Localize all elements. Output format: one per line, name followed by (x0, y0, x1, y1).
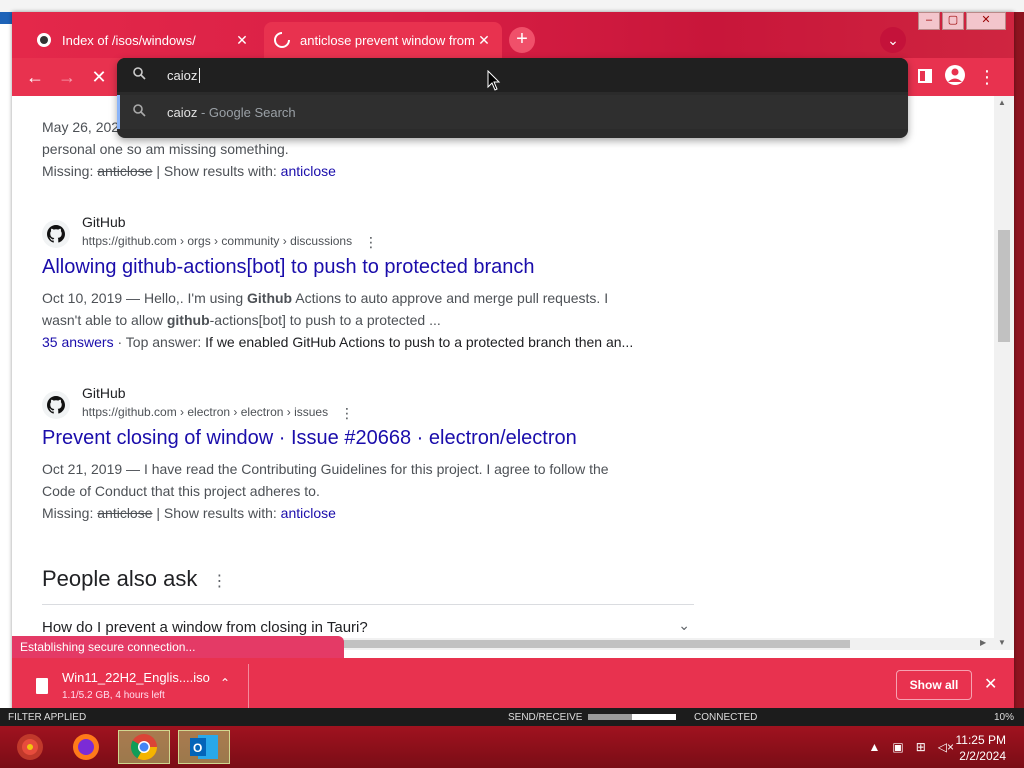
side-panel-icon[interactable] (912, 64, 938, 90)
result-title-link[interactable]: Prevent closing of window · Issue #20668… (42, 427, 577, 450)
file-icon (36, 678, 48, 694)
search-results-page: May 26, 2020 personal one so am missing … (12, 96, 994, 650)
network-icon[interactable]: ⊞ (916, 740, 926, 754)
scroll-up-icon[interactable]: ▲ (998, 98, 1006, 107)
omnibox-dropdown: caioz caioz - Google Search (117, 58, 908, 138)
result-snippet: Oct 21, 2019 — I have read the Contribut… (42, 461, 609, 521)
more-options-icon[interactable]: ⋮ (364, 234, 378, 251)
scroll-down-icon[interactable]: ▼ (998, 638, 1006, 647)
profile-avatar-icon[interactable] (942, 64, 968, 90)
tab-label: anticlose prevent window from b (300, 32, 476, 48)
tab-close-icon[interactable]: ✕ (476, 32, 492, 49)
chevron-up-icon[interactable]: ⌃ (220, 676, 230, 690)
back-arrow-icon[interactable]: ← (22, 64, 48, 90)
github-icon (42, 391, 70, 419)
download-item[interactable]: Win11_22H2_Englis....iso 1.1/5.2 GB, 4 h… (22, 666, 248, 708)
minimize-button[interactable]: – (918, 12, 940, 30)
tab-index-isos[interactable]: Index of /isos/windows/ ✕ (26, 22, 260, 58)
desktop-top-strip (0, 0, 1024, 12)
chrome-icon[interactable] (118, 730, 170, 764)
outlook-icon (0, 12, 12, 24)
scroll-right-icon[interactable]: ▶ (980, 638, 986, 647)
system-tray: ▲ ▣ ⊞ ◁× (868, 740, 954, 754)
page-favicon-icon (37, 33, 51, 47)
desktop-left-strip (0, 12, 12, 712)
chrome-window: Index of /isos/windows/ ✕ anticlose prev… (12, 12, 1014, 716)
tab-strip: Index of /isos/windows/ ✕ anticlose prev… (12, 12, 1014, 58)
people-also-ask-heading: People also ask ⋮ (42, 566, 228, 591)
outlook-app-icon[interactable]: O (178, 730, 230, 764)
chevron-down-icon: ⌄ (678, 617, 690, 633)
volume-muted-icon[interactable]: ◁× (938, 740, 954, 754)
tab-anticlose[interactable]: anticlose prevent window from b ✕ (264, 22, 502, 58)
show-results-link[interactable]: anticlose (281, 505, 336, 521)
show-hidden-icons-icon[interactable]: ▲ (868, 740, 880, 754)
loading-spinner-icon (274, 32, 290, 48)
suggestion-suffix: - Google Search (200, 105, 296, 120)
result-snippet: Oct 10, 2019 — Hello,. I'm using Github … (42, 290, 634, 350)
show-results-link[interactable]: anticlose (281, 163, 336, 179)
menu-kebab-icon[interactable]: ⋮ (974, 64, 1000, 90)
svg-text:O: O (193, 741, 202, 755)
address-input[interactable]: caioz (167, 68, 201, 83)
vertical-scrollbar[interactable]: ▲ ▼ (994, 96, 1014, 650)
answers-link[interactable]: 35 answers (42, 334, 114, 350)
omnibox-suggestion[interactable]: caioz - Google Search (117, 95, 908, 129)
search-icon (133, 104, 146, 120)
download-progress-text: 1.1/5.2 GB, 4 hours left (62, 690, 165, 701)
tab-close-icon[interactable]: ✕ (234, 32, 250, 49)
scrollbar-thumb[interactable] (342, 640, 850, 648)
tab-search-icon[interactable]: ⌄ (880, 27, 906, 53)
maximize-button[interactable]: ▢ (942, 12, 964, 30)
search-icon (133, 67, 146, 83)
action-center-icon[interactable]: ▣ (892, 740, 903, 754)
tab-label: Index of /isos/windows/ (62, 32, 196, 48)
send-receive-progress (588, 714, 676, 720)
scrollbar-thumb[interactable] (998, 230, 1010, 342)
firefox-icon[interactable] (60, 730, 112, 764)
download-filename: Win11_22H2_Englis....iso (62, 670, 210, 685)
new-tab-button[interactable]: + (509, 27, 535, 53)
outlook-status-bar: FILTER APPLIED SEND/RECEIVE CONNECTED 10… (0, 708, 1024, 726)
more-options-icon[interactable]: ⋮ (340, 405, 354, 422)
result-source[interactable]: GitHub https://github.com › orgs › commu… (42, 214, 422, 254)
forward-arrow-icon[interactable]: → (54, 64, 80, 90)
stop-loading-icon[interactable]: ✕ (86, 64, 112, 90)
more-options-icon[interactable]: ⋮ (211, 573, 227, 590)
github-icon (42, 220, 70, 248)
suggestion-text: caioz (167, 105, 198, 120)
address-bar[interactable]: caioz (117, 58, 908, 92)
clock[interactable]: 11:25 PM 2/2/2024 (956, 732, 1006, 764)
mouse-cursor-icon (487, 70, 501, 91)
taskbar: O ▲ ▣ ⊞ ◁× 11:25 PM 2/2/2024 (0, 726, 1024, 768)
status-bubble: Establishing secure connection... (12, 636, 344, 658)
result-title-link[interactable]: Allowing github-actions[bot] to push to … (42, 256, 535, 279)
divider (248, 664, 249, 710)
close-window-button[interactable]: ✕ (966, 12, 1006, 30)
start-button[interactable] (4, 730, 56, 764)
result-source[interactable]: GitHub https://github.com › electron › e… (42, 385, 422, 425)
show-all-button[interactable]: Show all (896, 670, 972, 700)
close-shelf-icon[interactable]: ✕ (984, 674, 997, 694)
